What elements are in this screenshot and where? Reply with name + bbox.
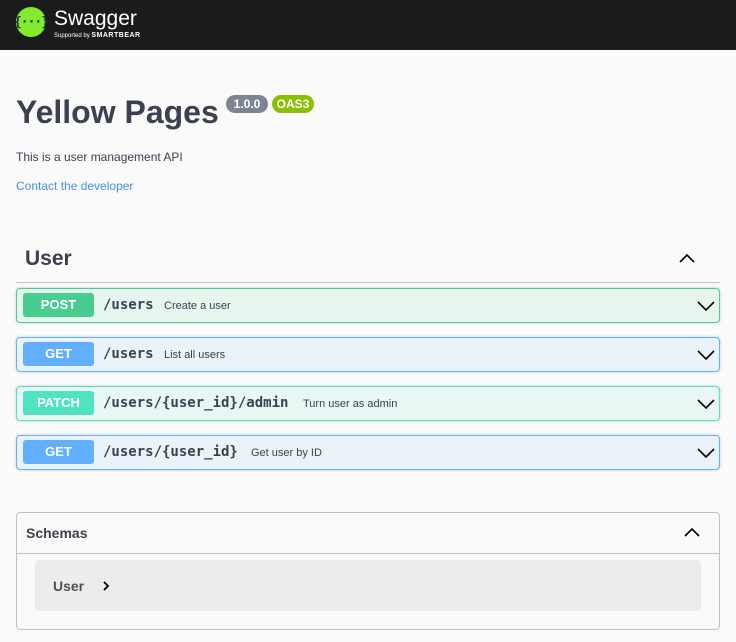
method-badge: POST [23, 293, 94, 317]
brand-tagline: Supported by SMARTBEAR [54, 32, 141, 40]
operation-patch-user-admin[interactable]: PATCH /users/{user_id}/admin Turn user a… [16, 386, 720, 421]
schemas-title: Schemas [26, 525, 88, 541]
schemas-section: Schemas User [16, 512, 720, 630]
chevron-up-icon[interactable] [677, 248, 697, 268]
chevron-down-icon[interactable] [696, 345, 716, 365]
operation-get-user-by-id[interactable]: GET /users/{user_id} Get user by ID [16, 435, 720, 470]
topbar: {···} Swagger Supported by SMARTBEAR [0, 0, 736, 50]
chevron-down-icon[interactable] [696, 443, 716, 463]
schemas-header[interactable]: Schemas [17, 513, 719, 554]
api-title: Yellow Pages [16, 94, 219, 130]
operation-get-users[interactable]: GET /users List all users [16, 337, 720, 372]
method-badge: GET [23, 342, 94, 366]
supported-by-text: Supported by [54, 33, 90, 39]
version-badge: 1.0.0 [226, 95, 268, 113]
operation-summary: List all users [164, 349, 226, 361]
operation-path: /users [103, 346, 154, 362]
model-name: User [53, 578, 85, 594]
chevron-down-icon[interactable] [696, 394, 716, 414]
operation-path: /users/{user_id}/admin [103, 395, 289, 411]
oas-badge: OAS3 [272, 95, 314, 113]
brand-name[interactable]: Swagger [54, 7, 137, 31]
model-user[interactable]: User [35, 560, 701, 611]
operation-post-users[interactable]: POST /users Create a user [16, 288, 720, 323]
swagger-logo-icon[interactable]: {···} [14, 7, 49, 37]
api-description: This is a user management API [16, 150, 183, 164]
sponsor-name: SMARTBEAR [91, 32, 141, 39]
operation-path: /users/{user_id} [103, 444, 238, 460]
operation-path: /users [103, 297, 154, 313]
chevron-down-icon[interactable] [696, 296, 716, 316]
contact-developer-link[interactable]: Contact the developer [16, 178, 133, 194]
operation-summary: Get user by ID [251, 447, 322, 459]
tag-section-user[interactable]: User [16, 240, 720, 283]
tag-name: User [25, 247, 72, 270]
chevron-right-icon[interactable] [101, 578, 111, 594]
method-badge: GET [23, 440, 94, 464]
operation-summary: Turn user as admin [303, 398, 398, 410]
operation-summary: Create a user [164, 300, 231, 312]
chevron-up-icon[interactable] [682, 522, 702, 542]
method-badge: PATCH [23, 391, 94, 415]
